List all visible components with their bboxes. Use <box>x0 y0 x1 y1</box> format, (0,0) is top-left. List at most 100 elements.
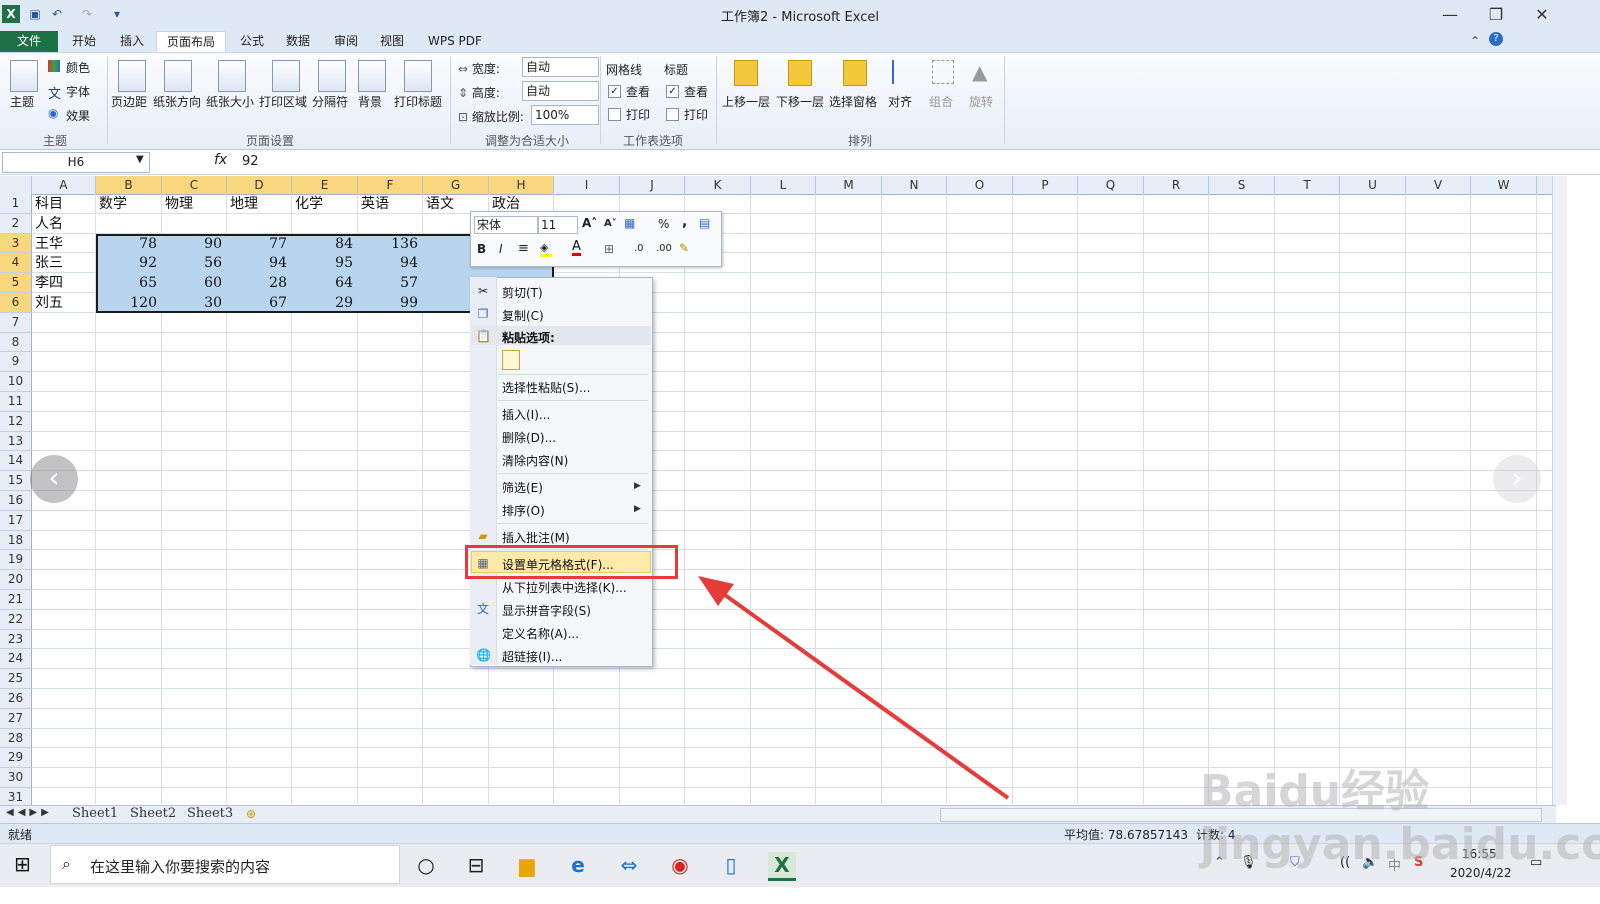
orientation-button[interactable]: 纸张方向 <box>153 93 201 110</box>
row-header-21[interactable]: 21 <box>0 590 32 610</box>
tab-data[interactable]: 数据 <box>276 31 320 52</box>
column-header-K[interactable]: K <box>685 176 751 194</box>
sheet-tab-3[interactable]: Sheet3 <box>187 806 233 821</box>
row-header-9[interactable]: 9 <box>0 352 32 373</box>
gridlines-view-checkbox[interactable]: ✓ <box>608 85 621 98</box>
menu-item-sort[interactable]: 排序(O) <box>502 502 545 519</box>
tab-wps-pdf[interactable]: WPS PDF <box>418 31 492 52</box>
tab-view[interactable]: 视图 <box>370 31 414 52</box>
tab-page-layout[interactable]: 页面布局 <box>156 31 227 53</box>
fonts-button[interactable]: 字体 <box>66 83 90 100</box>
row-header-13[interactable]: 13 <box>0 431 32 452</box>
header-cell[interactable]: 英语 <box>361 194 389 214</box>
rotate-button[interactable]: 旋转 <box>969 93 993 110</box>
data-cell[interactable]: 30 <box>162 293 222 313</box>
send-backward-button[interactable]: 下移一层 <box>776 93 824 110</box>
ribbon-minimize-icon[interactable]: ⌃ <box>1470 34 1480 48</box>
headings-print-checkbox[interactable] <box>666 108 679 121</box>
data-cell[interactable]: 78 <box>96 234 157 254</box>
column-header-S[interactable]: S <box>1209 176 1275 194</box>
name-cell[interactable]: 王华 <box>35 234 63 254</box>
data-cell[interactable]: 136 <box>358 234 418 254</box>
row-header-3[interactable]: 3 <box>0 233 32 254</box>
decrease-decimal-icon[interactable]: .00 <box>656 243 672 254</box>
file-explorer-icon[interactable]: ▆ <box>513 852 541 878</box>
teamviewer-icon[interactable]: ⇔ <box>615 852 643 878</box>
data-cell[interactable]: 94 <box>227 253 287 273</box>
tab-home[interactable]: 开始 <box>62 31 106 52</box>
column-header-J[interactable]: J <box>620 176 685 194</box>
column-header-O[interactable]: O <box>947 176 1013 194</box>
header-cell[interactable]: 语文 <box>426 194 454 214</box>
row-header-23[interactable]: 23 <box>0 629 32 650</box>
menu-item-phonetic[interactable]: 显示拼音字段(S) <box>502 602 591 619</box>
sheet-tab-1[interactable]: Sheet1 <box>72 806 118 821</box>
row-header-2[interactable]: 2 <box>0 213 32 234</box>
data-cell[interactable]: 94 <box>358 253 418 273</box>
column-header-W[interactable]: W <box>1471 176 1537 194</box>
column-header-Q[interactable]: Q <box>1078 176 1144 194</box>
rotate-icon[interactable]: ▲ <box>972 60 987 84</box>
header-cell[interactable]: 数学 <box>99 194 127 214</box>
column-header-P[interactable]: P <box>1013 176 1078 194</box>
menu-item-define-name[interactable]: 定义名称(A)... <box>502 625 579 642</box>
menu-item-cut[interactable]: 剪切(T) <box>502 284 543 301</box>
print-area-icon[interactable] <box>272 60 300 92</box>
gridlines-print-checkbox[interactable] <box>608 108 621 121</box>
row-header-15[interactable]: 15 <box>0 471 32 491</box>
row-header-20[interactable]: 20 <box>0 570 32 590</box>
row-header-22[interactable]: 22 <box>0 609 32 630</box>
row-header-11[interactable]: 11 <box>0 392 32 412</box>
increase-decimal-icon[interactable]: .0 <box>634 243 644 254</box>
breaks-icon[interactable] <box>318 60 346 92</box>
header-cell[interactable]: 物理 <box>165 194 193 214</box>
italic-button[interactable]: I <box>499 242 503 256</box>
row-header-19[interactable]: 19 <box>0 550 32 571</box>
sheet-nav-icon[interactable]: ◀◀▶▶ <box>6 807 53 818</box>
scale-stepper[interactable]: 100% <box>531 105 599 125</box>
menu-item-insert[interactable]: 插入(I)... <box>502 406 550 423</box>
data-cell[interactable]: 67 <box>227 293 287 313</box>
column-header-F[interactable]: F <box>358 176 423 194</box>
paper-size-button[interactable]: 纸张大小 <box>206 93 254 110</box>
column-header-H[interactable]: H <box>489 176 554 194</box>
data-cell[interactable]: 84 <box>292 234 353 254</box>
row-header-14[interactable]: 14 <box>0 451 32 472</box>
background-icon[interactable] <box>358 60 386 92</box>
borders-icon[interactable]: ⊞ <box>604 242 614 256</box>
data-cell[interactable]: 29 <box>292 293 353 313</box>
row-header-24[interactable]: 24 <box>0 649 32 670</box>
menu-item-clear[interactable]: 清除内容(N) <box>502 452 568 469</box>
minimize-button[interactable]: — <box>1430 4 1470 26</box>
name-box[interactable]: H6 <box>2 152 150 173</box>
column-header-V[interactable]: V <box>1406 176 1471 194</box>
send-backward-icon[interactable] <box>788 60 812 86</box>
column-header-A[interactable]: A <box>32 176 96 194</box>
paste-option-icon[interactable] <box>502 350 520 370</box>
themes-icon[interactable] <box>10 60 38 92</box>
row-header-7[interactable]: 7 <box>0 312 32 333</box>
sheet-tab-2[interactable]: Sheet2 <box>130 806 176 821</box>
edge-browser-icon[interactable]: e <box>564 852 592 878</box>
tab-formulas[interactable]: 公式 <box>230 31 274 52</box>
phone-app-icon[interactable]: ▯ <box>717 852 745 878</box>
column-header-L[interactable]: L <box>751 176 816 194</box>
format-painter-table-icon[interactable]: ▤ <box>699 216 710 230</box>
selection-pane-icon[interactable] <box>843 60 867 86</box>
height-select[interactable]: 自动 <box>522 81 599 101</box>
menu-item-hyperlink[interactable]: 超链接(I)... <box>502 648 562 665</box>
font-color-icon[interactable]: A <box>572 240 581 256</box>
maximize-button[interactable]: ❐ <box>1476 4 1516 26</box>
menu-item-copy[interactable]: 复制(C) <box>502 307 544 324</box>
widgets-icon[interactable]: ⊟ <box>462 852 490 878</box>
data-cell[interactable]: 60 <box>162 273 222 293</box>
headings-view-checkbox[interactable]: ✓ <box>666 85 679 98</box>
menu-item-filter[interactable]: 筛选(E) <box>502 479 543 496</box>
insert-function-icon[interactable]: fx <box>214 152 227 168</box>
row-header-28[interactable]: 28 <box>0 728 32 749</box>
menu-item-paste-special[interactable]: 选择性粘贴(S)... <box>502 379 590 396</box>
data-cell[interactable]: 56 <box>162 253 222 273</box>
name-cell[interactable]: 刘五 <box>35 293 63 313</box>
row-header-29[interactable]: 29 <box>0 748 32 769</box>
data-cell[interactable]: 77 <box>227 234 287 254</box>
